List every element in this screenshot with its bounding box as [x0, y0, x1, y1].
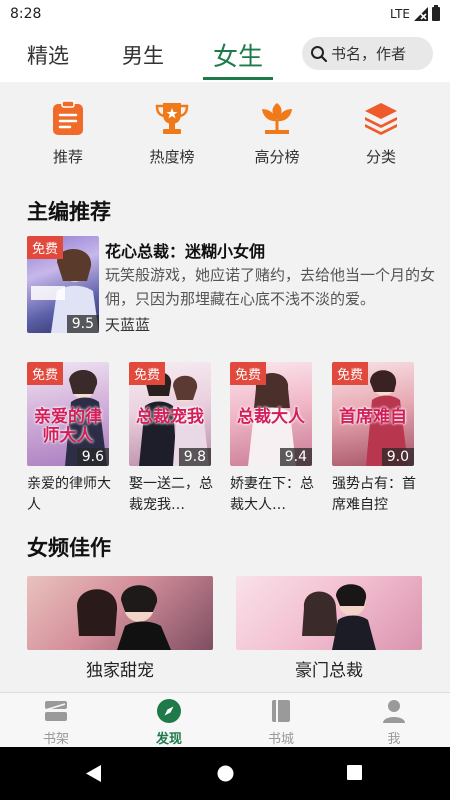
book-card[interactable]: 首席难自 免费 9.0 强势占有：首席难自控	[332, 362, 416, 516]
category-recommend[interactable]: 推荐	[28, 100, 108, 167]
free-badge: 免费	[27, 236, 64, 259]
search-icon	[311, 45, 328, 62]
cover-title-text: 总裁宠我	[136, 407, 204, 427]
featured-book-author: 天蓝蓝	[105, 316, 151, 334]
bottom-navigation: 书架 发现 书城 我	[0, 692, 450, 747]
category-hot-ranking[interactable]: 热度榜	[132, 100, 212, 167]
rating-score: 9.0	[381, 448, 414, 466]
cover-title-text: 亲爱的律师大人	[34, 407, 102, 446]
nav-label: 书城	[267, 732, 294, 747]
rating-score: 9.6	[76, 448, 109, 466]
featured-book-title[interactable]: 花心总裁：迷糊小女佣	[105, 238, 265, 262]
rating-score: 9.4	[279, 448, 312, 466]
clipboard-list-icon	[53, 100, 83, 135]
system-navigation-bar	[0, 747, 450, 800]
compass-icon	[157, 699, 181, 723]
bookshelf-icon	[45, 701, 67, 721]
status-indicators: LTE	[390, 5, 440, 21]
battery-icon	[432, 5, 440, 21]
nav-bookstore[interactable]: 书城	[251, 698, 311, 747]
search-placeholder: 书名，作者	[331, 45, 407, 63]
home-icon[interactable]	[217, 765, 234, 782]
network-type: LTE	[390, 7, 410, 21]
category-label: 推荐	[52, 148, 83, 166]
free-badge: 免费	[332, 362, 369, 385]
banner-wealthy-ceo[interactable]	[236, 576, 422, 650]
top-tab-bar: 精选 男生 女生 书名，作者	[0, 28, 450, 82]
book-icon	[272, 700, 290, 722]
signal-icon	[414, 7, 428, 21]
recents-icon[interactable]	[347, 765, 362, 780]
nav-bookshelf[interactable]: 书架	[26, 698, 86, 747]
tab-featured[interactable]: 精选	[27, 40, 69, 70]
book-title: 亲爱的律师大人	[27, 476, 111, 513]
person-icon	[383, 700, 405, 723]
category-label: 高分榜	[254, 148, 300, 166]
flower-icon	[262, 103, 292, 134]
category-label: 分类	[365, 148, 396, 166]
rating-score: 9.8	[178, 448, 211, 466]
status-time: 8:28	[10, 6, 42, 22]
rating-score: 9.5	[66, 315, 99, 333]
free-badge: 免费	[27, 362, 64, 385]
cover-title-text: 首席难自	[339, 407, 407, 427]
banner-illustration	[302, 584, 376, 650]
featured-book-description: 玩笑般游戏，她应诺了赌约，去给他当一个月的女佣，只因为那埋藏在心底不浅不淡的爱。	[105, 266, 436, 308]
category-label: 热度榜	[149, 148, 195, 166]
tab-male[interactable]: 男生	[122, 40, 164, 70]
nav-label: 书架	[42, 732, 69, 747]
section-title-female-picks: 女频佳作	[27, 536, 111, 560]
book-card[interactable]: 亲爱的律师大人 免费 9.6 亲爱的律师大人	[27, 362, 111, 516]
book-title: 娇妻在下：总裁大人…	[230, 476, 314, 513]
active-tab-indicator	[203, 77, 273, 80]
book-cover: 总裁宠我 免费 9.8	[129, 362, 211, 466]
app-screen: 8:28 LTE 精选 男生 女生 书名，作者 推荐 热度榜 高分榜 分类 主编…	[0, 0, 450, 800]
nav-me[interactable]: 我	[364, 698, 424, 747]
category-top-rated[interactable]: 高分榜	[237, 100, 317, 167]
featured-book-cover[interactable]: 免费 9.5	[27, 236, 99, 333]
book-title: 强势占有：首席难自控	[332, 476, 416, 513]
status-bar: 8:28 LTE	[0, 0, 450, 28]
book-cover: 亲爱的律师大人 免费 9.6	[27, 362, 109, 466]
book-cover: 首席难自 免费 9.0	[332, 362, 414, 466]
back-icon[interactable]	[86, 765, 102, 782]
tab-female[interactable]: 女生	[213, 37, 263, 73]
section-title-editor-picks: 主编推荐	[27, 200, 111, 224]
free-badge: 免费	[129, 362, 166, 385]
nav-label: 发现	[155, 732, 182, 747]
free-badge: 免费	[230, 362, 267, 385]
book-title: 娶一送二，总裁宠我…	[129, 476, 213, 513]
category-classify[interactable]: 分类	[341, 100, 421, 167]
banner-illustration	[77, 585, 171, 650]
banner-label: 豪门总裁	[295, 661, 363, 681]
trophy-icon	[155, 103, 189, 134]
book-cover: 总裁大人 免费 9.4	[230, 362, 312, 466]
nav-discover[interactable]: 发现	[139, 698, 199, 747]
layers-icon	[365, 103, 397, 135]
search-input[interactable]: 书名，作者	[302, 37, 433, 70]
nav-label: 我	[387, 732, 401, 747]
book-card[interactable]: 总裁大人 免费 9.4 娇妻在下：总裁大人…	[230, 362, 314, 516]
book-card[interactable]: 总裁宠我 免费 9.8 娶一送二，总裁宠我…	[129, 362, 213, 516]
cover-title-text: 总裁大人	[237, 407, 305, 427]
banner-exclusive-sweet[interactable]	[27, 576, 213, 650]
banner-label: 独家甜宠	[86, 661, 154, 681]
